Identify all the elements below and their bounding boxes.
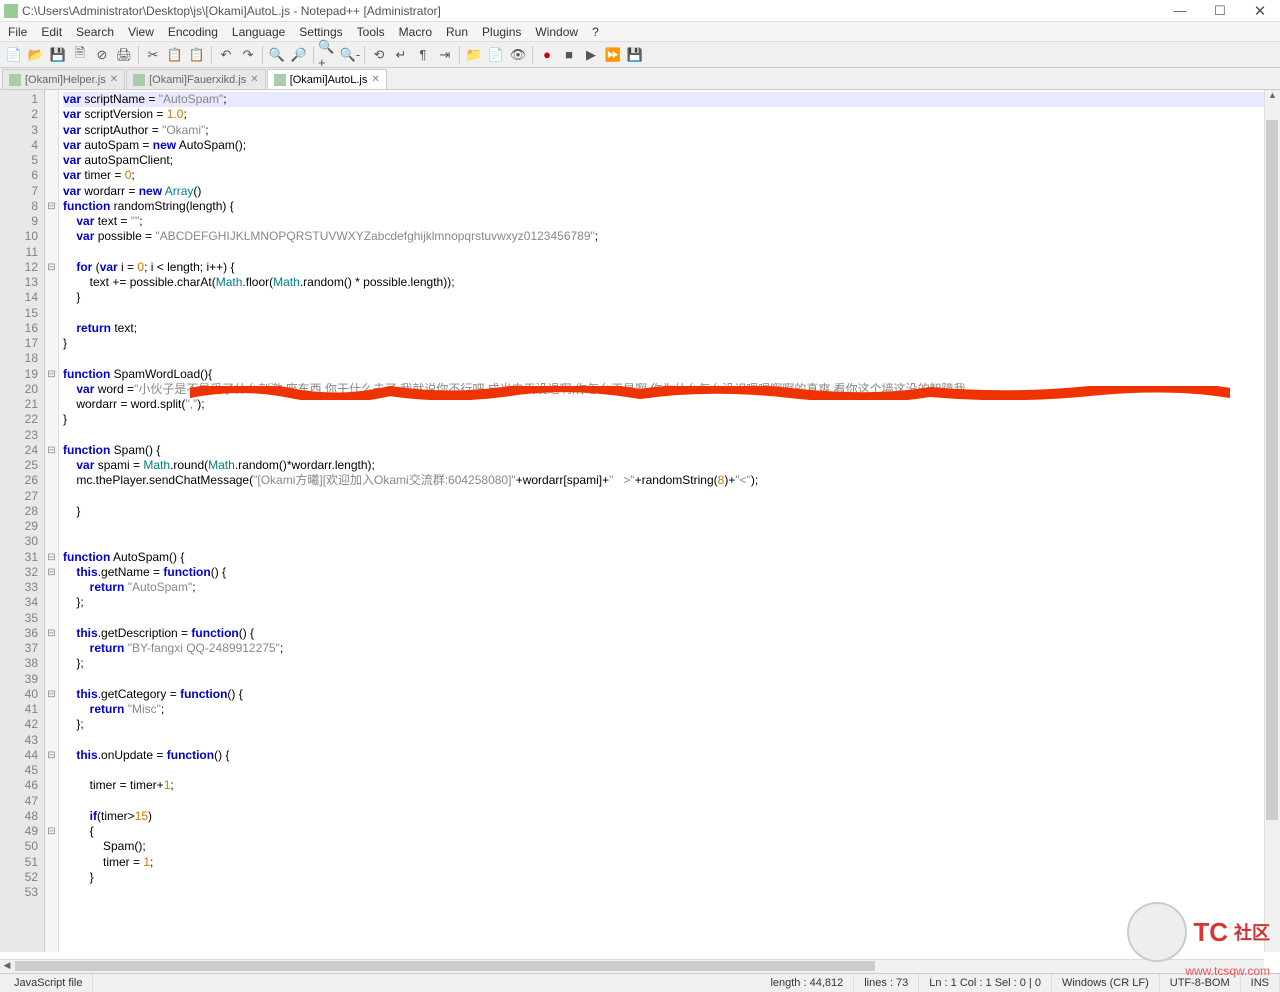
menu-encoding[interactable]: Encoding xyxy=(168,25,218,39)
fold-gutter[interactable]: ⊟ ⊟ ⊟ ⊟ ⊟⊟ ⊟ ⊟ ⊟ ⊟ xyxy=(45,90,59,952)
stop-icon[interactable]: ■ xyxy=(559,45,579,65)
menu-edit[interactable]: Edit xyxy=(41,25,62,39)
print-icon[interactable]: 🖨 xyxy=(114,45,134,65)
menu-search[interactable]: Search xyxy=(76,25,114,39)
menu-plugins[interactable]: Plugins xyxy=(482,25,521,39)
indent-icon[interactable]: ⇥ xyxy=(435,45,455,65)
tab-label: [Okami]Helper.js xyxy=(25,74,106,86)
zoomin-icon[interactable]: 🔍+ xyxy=(318,45,338,65)
copy-icon[interactable]: 📋 xyxy=(165,45,185,65)
menu-language[interactable]: Language xyxy=(232,25,285,39)
menu-bar: File Edit Search View Encoding Language … xyxy=(0,22,1280,42)
scroll-up-icon[interactable]: ▲ xyxy=(1265,90,1280,104)
close-button[interactable]: ✕ xyxy=(1240,0,1280,22)
separator xyxy=(262,46,263,64)
tab-label: [Okami]Fauerxikd.js xyxy=(149,74,246,86)
tab-fauerxikd[interactable]: [Okami]Fauerxikd.js ✕ xyxy=(126,69,266,89)
watermark-brand: TC xyxy=(1193,917,1228,948)
tab-autol[interactable]: [Okami]AutoL.js✕ xyxy=(267,69,387,89)
file-icon xyxy=(133,74,145,86)
new-icon[interactable]: 📄 xyxy=(4,45,24,65)
watermark-icon xyxy=(1127,902,1187,962)
undo-icon[interactable]: ↶ xyxy=(216,45,236,65)
app-icon xyxy=(4,4,18,18)
menu-macro[interactable]: Macro xyxy=(399,25,432,39)
playmulti-icon[interactable]: ⏩ xyxy=(603,45,623,65)
tab-bar: [Okami]Helper.js ✕ [Okami]Fauerxikd.js ✕ [… xyxy=(0,68,1280,90)
menu-view[interactable]: View xyxy=(128,25,154,39)
separator xyxy=(364,46,365,64)
find-icon[interactable]: 🔍 xyxy=(267,45,287,65)
folder-icon[interactable]: 📁 xyxy=(464,45,484,65)
scroll-left-icon[interactable]: ◀ xyxy=(0,960,14,973)
separator xyxy=(313,46,314,64)
menu-tools[interactable]: Tools xyxy=(357,25,385,39)
menu-settings[interactable]: Settings xyxy=(299,25,342,39)
cut-icon[interactable]: ✂ xyxy=(143,45,163,65)
file-icon xyxy=(9,74,21,86)
menu-file[interactable]: File xyxy=(8,25,27,39)
separator xyxy=(211,46,212,64)
play-icon[interactable]: ▶ xyxy=(581,45,601,65)
file-icon xyxy=(274,74,286,86)
window-titlebar: C:\Users\Administrator\Desktop\js\[Okami… xyxy=(0,0,1280,22)
paste-icon[interactable]: 📋 xyxy=(187,45,207,65)
toolbar: 📄 📂 💾 🗎 ⊘ 🖨 ✂ 📋 📋 ↶ ↷ 🔍 🔎 🔍+ 🔍- ⟲ ↵ ¶ ⇥ … xyxy=(0,42,1280,68)
editor-area: 1234567891011121314151617181920212223242… xyxy=(0,90,1280,952)
sync-icon[interactable]: ⟲ xyxy=(369,45,389,65)
scroll-thumb[interactable] xyxy=(1266,120,1278,820)
status-position: Ln : 1 Col : 1 Sel : 0 | 0 xyxy=(919,974,1052,992)
status-length: length : 44,812 xyxy=(760,974,854,992)
status-lines: lines : 73 xyxy=(854,974,919,992)
saveall-icon[interactable]: 🗎 xyxy=(70,45,90,65)
watermark: TC 社区 xyxy=(1127,902,1270,962)
line-gutter: 1234567891011121314151617181920212223242… xyxy=(0,90,45,952)
status-filetype: JavaScript file xyxy=(4,974,93,992)
window-title: C:\Users\Administrator\Desktop\js\[Okami… xyxy=(22,4,441,18)
tab-helper[interactable]: [Okami]Helper.js ✕ xyxy=(2,69,125,89)
horizontal-scrollbar[interactable]: ◀ xyxy=(0,959,1264,973)
allchars-icon[interactable]: ¶ xyxy=(413,45,433,65)
vertical-scrollbar[interactable]: ▲ xyxy=(1264,90,1280,952)
monitor-icon[interactable]: 👁 xyxy=(508,45,528,65)
separator xyxy=(459,46,460,64)
minimize-button[interactable]: — xyxy=(1160,0,1200,22)
separator xyxy=(138,46,139,64)
close-icon[interactable]: ✕ xyxy=(250,74,258,85)
doc-icon[interactable]: 📄 xyxy=(486,45,506,65)
closeall-icon[interactable]: ⊘ xyxy=(92,45,112,65)
record-icon[interactable]: ● xyxy=(537,45,557,65)
tab-label: [Okami]AutoL.js xyxy=(290,74,368,86)
wrap-icon[interactable]: ↵ xyxy=(391,45,411,65)
maximize-button[interactable]: ☐ xyxy=(1200,0,1240,22)
scroll-thumb[interactable] xyxy=(15,961,875,971)
separator xyxy=(532,46,533,64)
menu-window[interactable]: Window xyxy=(535,25,578,39)
replace-icon[interactable]: 🔎 xyxy=(289,45,309,65)
watermark-sub: 社区 xyxy=(1234,919,1270,945)
watermark-url: www.tcsqw.com xyxy=(1185,964,1270,978)
redo-icon[interactable]: ↷ xyxy=(238,45,258,65)
savemacro-icon[interactable]: 💾 xyxy=(625,45,645,65)
save-icon[interactable]: 💾 xyxy=(48,45,68,65)
menu-help[interactable]: ? xyxy=(592,25,599,39)
status-bar: JavaScript file length : 44,812 lines : … xyxy=(0,973,1280,992)
status-eol: Windows (CR LF) xyxy=(1052,974,1160,992)
open-icon[interactable]: 📂 xyxy=(26,45,46,65)
code-content[interactable]: var scriptName = "AutoSpam";var scriptVe… xyxy=(59,90,1280,952)
close-icon[interactable]: ✕ xyxy=(371,74,379,85)
zoomout-icon[interactable]: 🔍- xyxy=(340,45,360,65)
window-controls: — ☐ ✕ xyxy=(1160,0,1280,22)
close-icon[interactable]: ✕ xyxy=(110,74,118,85)
menu-run[interactable]: Run xyxy=(446,25,468,39)
